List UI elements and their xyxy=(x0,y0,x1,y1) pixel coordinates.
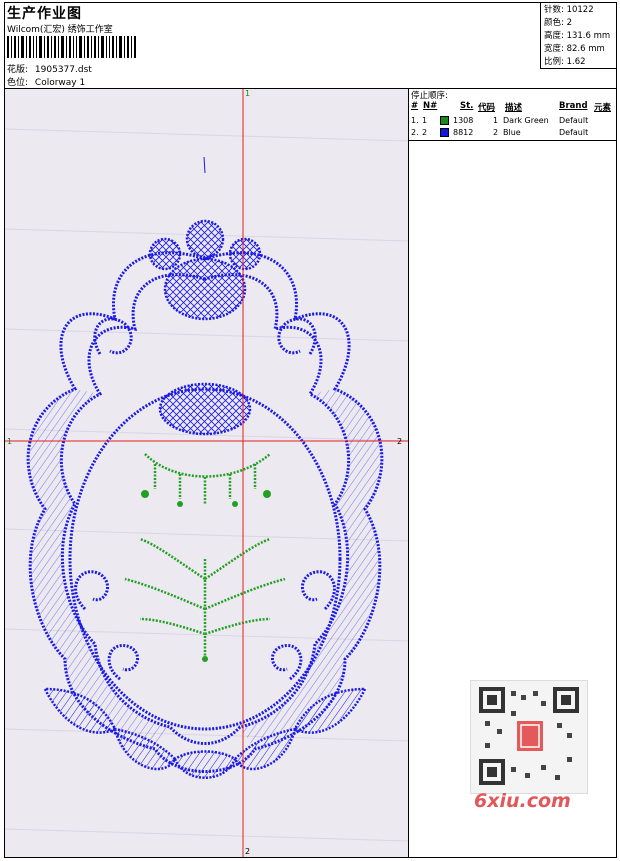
page-title: 生产作业图 xyxy=(7,6,82,22)
stat-width: 宽度: 82.6 mm xyxy=(544,44,605,54)
col-header-index: # xyxy=(411,101,419,111)
design-preview: 1 2 1 2 xyxy=(5,89,408,857)
crosshair-label-right: 2 xyxy=(397,437,403,446)
crosshair-label-bottom: 2 xyxy=(245,847,251,856)
stop-sequence-panel: 停止顺序: # N# St. 代码 描述 Brand 元素 1. 1 1308 … xyxy=(408,88,617,141)
stop-sequence-title: 停止顺序: xyxy=(411,91,448,101)
design-stats-panel: 针数: 10122 颜色: 2 高度: 131.6 mm 宽度: 82.6 mm… xyxy=(540,2,617,68)
colorway-value: Colorway 1 xyxy=(34,78,86,88)
right-column-divider xyxy=(408,141,409,858)
col-header-needle: N# xyxy=(423,101,438,111)
watermark-brand: 6xiu.com xyxy=(474,790,571,812)
crosshair-label-top: 1 xyxy=(245,89,251,98)
qr-code-icon xyxy=(470,680,588,794)
crosshair-label-left: 1 xyxy=(7,437,13,446)
design-file-label: 花版: xyxy=(7,65,29,75)
design-file-value: 1905377.dst xyxy=(34,65,92,75)
colorway-label: 色位: xyxy=(7,78,29,88)
stat-stitches: 针数: 10122 xyxy=(544,5,594,15)
color-swatch-blue xyxy=(440,128,449,137)
design-file-row: 花版: 1905377.dst xyxy=(7,62,92,75)
barcode-icon xyxy=(7,36,136,58)
embroidery-design xyxy=(5,89,408,857)
col-header-brand: Brand xyxy=(559,101,588,111)
col-header-stitches: St. xyxy=(460,101,474,111)
page-subtitle: Wilcom(汇宏) 绣饰工作室 xyxy=(7,25,113,35)
stats-divider xyxy=(540,68,617,69)
color-swatch-green xyxy=(440,116,449,125)
stat-colors: 颜色: 2 xyxy=(544,18,572,28)
colorway-row: 色位: Colorway 1 xyxy=(7,75,85,88)
green-embroidery xyxy=(124,453,286,659)
crosshair xyxy=(5,89,408,857)
stat-height: 高度: 131.6 mm xyxy=(544,31,611,41)
col-header-description: 描述 xyxy=(505,103,523,113)
col-header-element: 元素 xyxy=(594,103,612,113)
col-header-code: 代码 xyxy=(478,103,496,113)
